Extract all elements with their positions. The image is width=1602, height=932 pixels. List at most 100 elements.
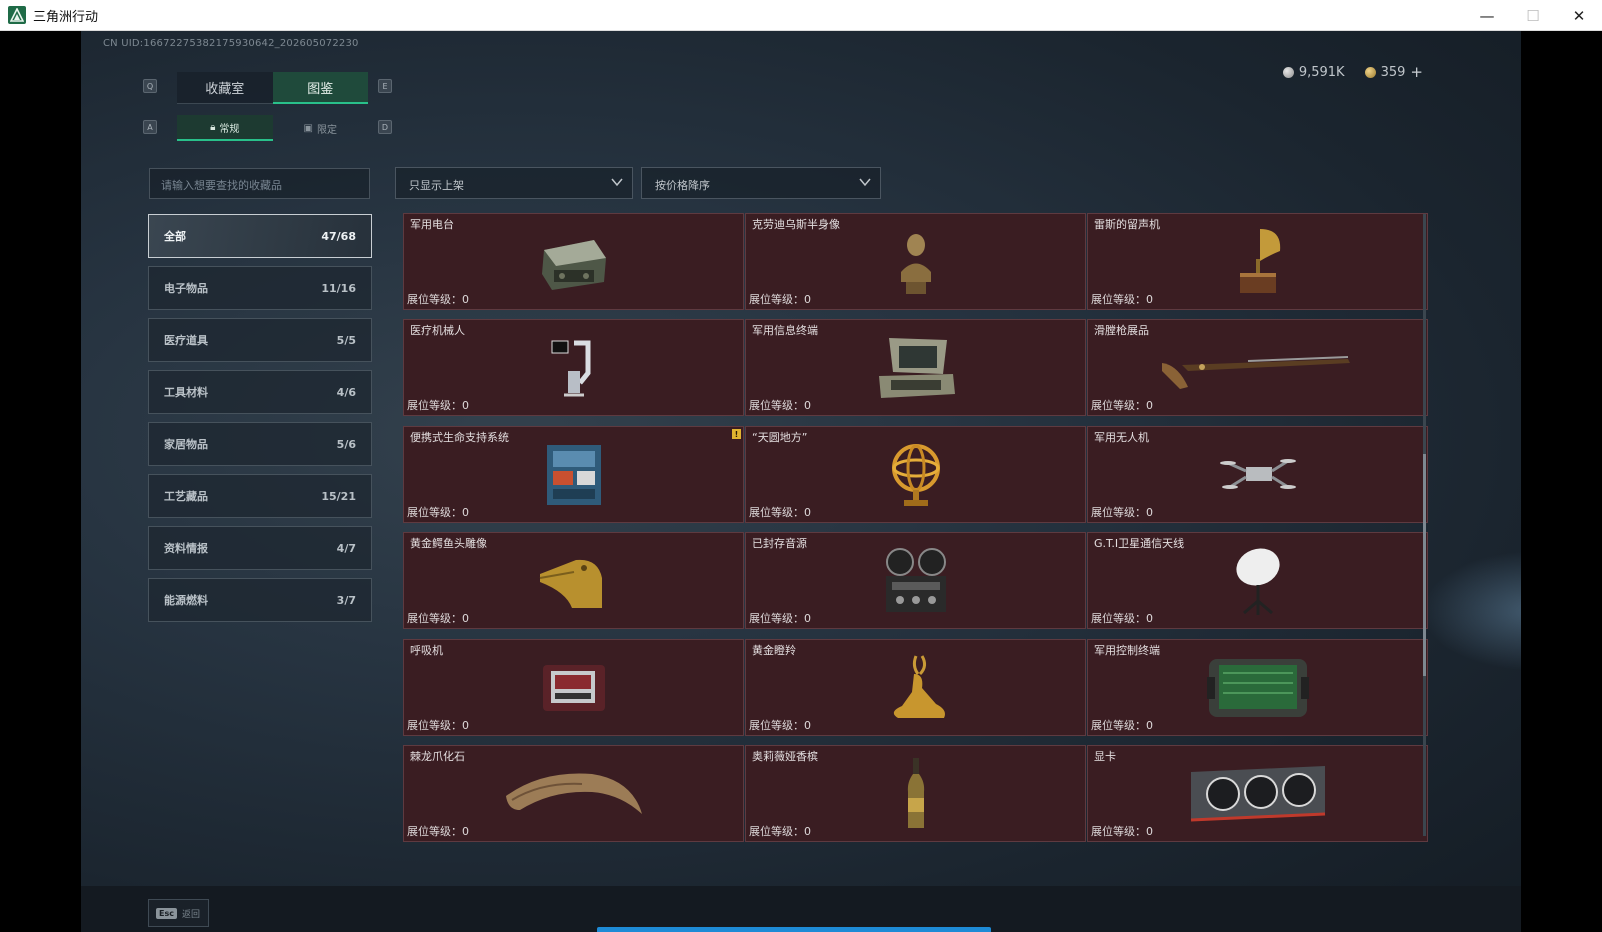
category-count: 47/68 [321, 229, 356, 243]
category-count: 4/7 [336, 541, 356, 555]
gold-coin-icon [1364, 66, 1376, 78]
item-level: 展位等级：0 [1091, 612, 1153, 625]
item-card[interactable]: 已封存音源 展位等级：0 [745, 532, 1086, 629]
item-name: 军用无人机 [1094, 431, 1149, 444]
main-tabs: 收藏室 图鉴 [177, 72, 368, 104]
category-household[interactable]: 家居物品 5/6 [148, 422, 372, 466]
item-name: 克劳迪乌斯半身像 [752, 218, 840, 231]
category-count: 5/6 [336, 437, 356, 451]
category-energy[interactable]: 能源燃料 3/7 [148, 578, 372, 622]
chevron-down-icon [859, 178, 871, 187]
shelf-filter-value: 只显示上架 [409, 179, 464, 192]
graphics-card-icon [1190, 765, 1325, 821]
app-icon [8, 6, 26, 24]
category-tools[interactable]: 工具材料 4/6 [148, 370, 372, 414]
subtab-limited-label: 限定 [316, 124, 337, 136]
category-count: 11/16 [321, 281, 356, 295]
item-name: 呼吸机 [410, 644, 443, 657]
hotkey-prev-sub: A [143, 120, 157, 134]
currency-bar: 9,591K 359 + [1282, 63, 1423, 81]
item-card[interactable]: 呼吸机 展位等级：0 [403, 639, 744, 736]
minimize-button[interactable]: — [1464, 0, 1510, 31]
chevron-down-icon [611, 178, 623, 187]
lock-icon: 🔒︎ [210, 121, 216, 133]
gold-amount: 359 [1380, 64, 1406, 80]
close-button[interactable]: ✕ [1556, 0, 1602, 31]
item-level: 展位等级：0 [407, 293, 469, 306]
item-card[interactable]: 军用信息终端 展位等级：0 [745, 319, 1086, 416]
life-support-icon [546, 444, 601, 505]
tab-catalog[interactable]: 图鉴 [272, 72, 368, 104]
item-card[interactable]: 黄金鳄鱼头雕像 展位等级：0 [403, 532, 744, 629]
item-name: 奥莉薇娅香槟 [752, 750, 818, 763]
item-card[interactable]: 军用无人机 展位等级：0 [1087, 426, 1428, 523]
item-card[interactable]: 棘龙爪化石 展位等级：0 [403, 745, 744, 842]
item-card[interactable]: 奥莉薇娅香槟 展位等级：0 [745, 745, 1086, 842]
item-level: 展位等级：0 [749, 506, 811, 519]
category-medical[interactable]: 医疗道具 5/5 [148, 318, 372, 362]
item-level: 展位等级：0 [1091, 399, 1153, 412]
item-card[interactable]: 医疗机械人 展位等级：0 [403, 319, 744, 416]
category-count: 3/7 [336, 593, 356, 607]
hotkey-prev-tab: Q [143, 79, 157, 93]
category-list: 全部 47/68 电子物品 11/16 医疗道具 5/5 工具材料 4/6 家居物品 5/… [148, 214, 372, 630]
maximize-button[interactable]: ☐ [1510, 0, 1556, 31]
category-count: 4/6 [336, 385, 356, 399]
musket-icon [1161, 355, 1350, 389]
silver-coin-icon [1282, 66, 1294, 78]
item-card[interactable]: 黄金瞪羚 展位等级：0 [745, 639, 1086, 736]
item-card[interactable]: 军用电台 展位等级：0 [403, 213, 744, 310]
subtab-limited[interactable]: ▣ 限定 [273, 115, 369, 141]
subtab-regular[interactable]: 🔒︎ 常规 [177, 115, 273, 141]
category-label: 家居物品 [164, 438, 208, 451]
shelf-filter-dropdown[interactable]: 只显示上架 [395, 167, 633, 199]
item-level: 展位等级：0 [1091, 293, 1153, 306]
item-name: 便携式生命支持系统 [410, 431, 509, 444]
category-count: 15/21 [321, 489, 356, 503]
category-crafts[interactable]: 工艺藏品 15/21 [148, 474, 372, 518]
control-terminal-icon [1206, 658, 1309, 717]
subtab-regular-label: 常规 [219, 123, 240, 135]
back-button[interactable]: Esc 返回 [148, 899, 209, 927]
item-card[interactable]: 雷斯的留声机 展位等级：0 [1087, 213, 1428, 310]
category-label: 医疗道具 [164, 334, 208, 347]
item-level: 展位等级：0 [407, 612, 469, 625]
item-level: 展位等级：0 [407, 506, 469, 519]
sub-tabs: 🔒︎ 常规 ▣ 限定 [177, 115, 368, 141]
category-intel[interactable]: 资料情报 4/7 [148, 526, 372, 570]
item-card[interactable]: 便携式生命支持系统 ! 展位等级：0 [403, 426, 744, 523]
champagne-icon [907, 757, 924, 828]
search-input[interactable]: 请输入想要查找的收藏品 [149, 168, 370, 199]
category-electronics[interactable]: 电子物品 11/16 [148, 266, 372, 310]
sort-dropdown[interactable]: 按价格降序 [641, 167, 881, 199]
item-name: 军用信息终端 [752, 324, 818, 337]
drone-icon [1219, 458, 1296, 489]
item-card[interactable]: “天圆地方” 展位等级：0 [745, 426, 1086, 523]
item-card[interactable]: 克劳迪乌斯半身像 展位等级：0 [745, 213, 1086, 310]
item-card[interactable]: 显卡 展位等级：0 [1087, 745, 1428, 842]
silver-amount: 9,591K [1298, 64, 1345, 80]
item-level: 展位等级：0 [749, 719, 811, 732]
item-card[interactable]: 滑膛枪展品 展位等级：0 [1087, 319, 1428, 416]
gramophone-icon [1239, 228, 1280, 293]
medical-robot-icon [551, 340, 590, 396]
item-name: 棘龙爪化石 [410, 750, 465, 763]
info-terminal-icon [878, 337, 955, 398]
reel-recorder-icon [885, 547, 946, 612]
new-badge: ! [732, 429, 741, 439]
scrollbar-thumb[interactable] [1423, 454, 1426, 676]
category-all[interactable]: 全部 47/68 [148, 214, 372, 258]
game-canvas: CN UID:166722753821759306​42_20260507223… [81, 31, 1521, 932]
ventilator-icon [542, 664, 605, 711]
item-level: 展位等级：0 [749, 612, 811, 625]
add-currency-button[interactable]: + [1410, 63, 1423, 81]
tab-collection-room[interactable]: 收藏室 [177, 72, 273, 104]
item-level: 展位等级：0 [749, 293, 811, 306]
item-grid-scrollbar[interactable] [1423, 214, 1426, 836]
item-name: 军用控制终端 [1094, 644, 1160, 657]
item-card[interactable]: G.T.I卫星通信天线 展位等级：0 [1087, 532, 1428, 629]
bottom-band [81, 886, 1521, 932]
radio-icon [541, 239, 606, 290]
crocodile-head-icon [539, 559, 602, 608]
item-card[interactable]: 军用控制终端 展位等级：0 [1087, 639, 1428, 736]
